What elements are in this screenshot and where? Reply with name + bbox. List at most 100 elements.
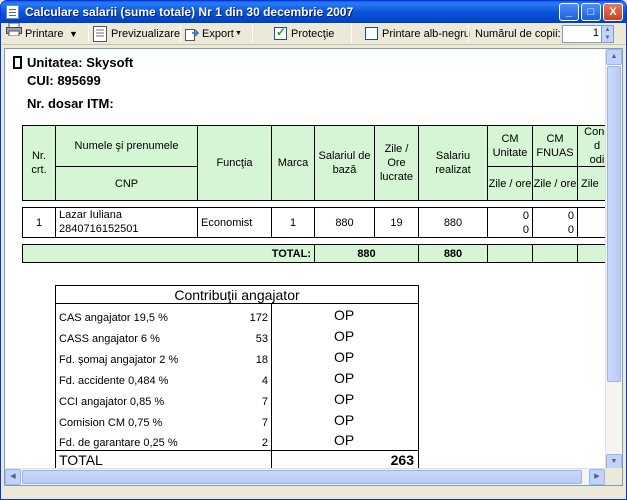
col-header-concediu: Conc d odi bbox=[577, 125, 605, 167]
preview-button[interactable]: Previzualizare bbox=[93, 25, 181, 43]
employee-name: Lazar Iuliana bbox=[59, 209, 122, 221]
preview-icon bbox=[93, 26, 107, 42]
total-cm-unit bbox=[487, 244, 533, 263]
scrollbar-corner bbox=[605, 468, 622, 485]
contributions-total-row: TOTAL 263 bbox=[56, 450, 418, 469]
contribution-value: 4 bbox=[261, 375, 268, 387]
contribution-op: OP bbox=[334, 432, 355, 448]
print-button[interactable]: Printare ▼ bbox=[6, 23, 82, 43]
employer-contributions-box: Contribuţii angajator CAS angajator 19,5… bbox=[55, 285, 419, 469]
contribution-row: Comision CM 0,75 % 7 OP bbox=[56, 409, 418, 430]
col-header-base-salary: Salariul de bază bbox=[314, 125, 375, 201]
contribution-value: 172 bbox=[249, 312, 268, 324]
cm-fnuas-days: 0 bbox=[567, 209, 574, 222]
total-base-salary: 880 bbox=[314, 244, 419, 263]
col-header-cm-unit-sub: Zile / ore bbox=[487, 166, 533, 201]
contribution-value: 7 bbox=[261, 396, 268, 408]
col-header-name: Numele şi prenumele bbox=[55, 125, 198, 167]
contribution-label: Comision CM 0,75 % bbox=[59, 417, 163, 429]
contribution-op: OP bbox=[334, 370, 355, 386]
scroll-up-icon[interactable]: ▲ bbox=[606, 49, 622, 65]
col-header-concediu-sub: Zile bbox=[577, 166, 605, 201]
contribution-label: Fd. accidente 0,484 % bbox=[59, 375, 169, 387]
toolbar-separator bbox=[88, 25, 89, 43]
bw-print-label: Printare alb-negru bbox=[382, 28, 471, 40]
toolbar-separator bbox=[351, 25, 352, 43]
cell-nr: 1 bbox=[22, 207, 56, 238]
vertical-scroll-thumb[interactable] bbox=[607, 66, 621, 382]
title-bar[interactable]: Calculare salarii (sume totale) Nr 1 din… bbox=[1, 1, 626, 23]
cell-name-cnp: Lazar Iuliana 2840716152501 bbox=[55, 207, 198, 238]
scroll-left-icon[interactable]: ◀ bbox=[5, 469, 21, 485]
copies-stepper[interactable]: 1 ▲ ▼ bbox=[562, 25, 614, 43]
printer-icon bbox=[6, 23, 22, 36]
print-label: Printare bbox=[25, 28, 64, 40]
stepper-up-icon[interactable]: ▲ bbox=[602, 26, 613, 34]
itm-line: Nr. dosar ITM: bbox=[27, 96, 114, 111]
contribution-value: 53 bbox=[255, 333, 268, 345]
vertical-scrollbar[interactable]: ▲ ▼ bbox=[605, 49, 622, 470]
contribution-label: Fd. şomaj angajator 2 % bbox=[59, 354, 179, 366]
copies-label: Numărul de copii: bbox=[475, 28, 561, 40]
cell-marca: 1 bbox=[271, 207, 315, 238]
horizontal-scroll-thumb[interactable] bbox=[22, 470, 582, 484]
report-page: Unitatea: Skysoft CUI: 895699 Nr. dosar … bbox=[5, 49, 605, 469]
contribution-value: 2 bbox=[261, 437, 268, 449]
document-icon bbox=[6, 5, 19, 19]
maximize-button[interactable]: □ bbox=[581, 3, 601, 21]
contribution-row: CCI angajator 0,85 % 7 OP bbox=[56, 388, 418, 409]
contribution-op: OP bbox=[334, 391, 355, 407]
contribution-row: Fd. accidente 0,484 % 4 OP bbox=[56, 367, 418, 388]
stepper-buttons[interactable]: ▲ ▼ bbox=[601, 26, 613, 42]
toolbar-separator bbox=[252, 25, 253, 43]
col-header-marca: Marca bbox=[271, 125, 315, 201]
cm-fnuas-hours: 0 bbox=[567, 223, 574, 236]
chevron-down-icon: ▼ bbox=[69, 29, 78, 39]
total-concediu bbox=[577, 244, 605, 263]
col-header-function: Funcţia bbox=[197, 125, 272, 201]
contribution-op: OP bbox=[334, 328, 355, 344]
collapse-marker-icon[interactable] bbox=[13, 56, 22, 69]
cui-line: CUI: 895699 bbox=[27, 73, 101, 88]
contributions-total-value: 263 bbox=[390, 452, 414, 468]
total-cm-fnuas bbox=[532, 244, 578, 263]
col-header-cm-fnuas-sub: Zile / ore bbox=[532, 166, 578, 201]
total-label: TOTAL: bbox=[22, 244, 315, 263]
report-viewport[interactable]: Unitatea: Skysoft CUI: 895699 Nr. dosar … bbox=[4, 48, 623, 486]
contribution-value: 18 bbox=[255, 354, 268, 366]
contribution-label: CASS angajator 6 % bbox=[59, 333, 160, 345]
chevron-down-icon: ▼ bbox=[235, 30, 242, 37]
export-icon bbox=[185, 29, 199, 41]
contribution-row: Fd. de garantare 0,25 % 2 OP bbox=[56, 429, 418, 450]
col-header-nr: Nr. crt. bbox=[22, 125, 56, 201]
contributions-title: Contribuţii angajator bbox=[56, 286, 418, 304]
preview-label: Previzualizare bbox=[111, 28, 181, 40]
total-realized: 880 bbox=[418, 244, 488, 263]
contribution-row: Fd. şomaj angajator 2 % 18 OP bbox=[56, 346, 418, 367]
toolbar-separator bbox=[468, 25, 469, 43]
contribution-op: OP bbox=[334, 349, 355, 365]
cell-base-salary: 880 bbox=[314, 207, 375, 238]
contribution-row: CASS angajator 6 % 53 OP bbox=[56, 325, 418, 346]
contribution-label: Fd. de garantare 0,25 % bbox=[59, 437, 178, 449]
unit-line: Unitatea: Skysoft bbox=[27, 55, 134, 70]
cell-concediu bbox=[577, 207, 605, 238]
cm-unit-days: 0 bbox=[522, 209, 529, 222]
minimize-button[interactable]: _ bbox=[559, 3, 579, 21]
contribution-label: CAS angajator 19,5 % bbox=[59, 312, 168, 324]
toolbar-separator bbox=[180, 25, 181, 43]
col-header-cm-fnuas: CM FNUAS bbox=[532, 125, 578, 167]
horizontal-scrollbar[interactable]: ◀ ▶ bbox=[5, 468, 605, 485]
export-label: Export bbox=[202, 28, 234, 40]
col-header-cm-unit: CM Unitate bbox=[487, 125, 533, 167]
bw-print-checkbox[interactable] bbox=[365, 27, 378, 40]
cell-days: 19 bbox=[374, 207, 419, 238]
export-button[interactable]: Export ▼ bbox=[185, 25, 243, 43]
cm-unit-hours: 0 bbox=[522, 223, 529, 236]
close-button[interactable]: X bbox=[603, 3, 623, 21]
protection-checkbox[interactable] bbox=[274, 25, 287, 40]
stepper-down-icon[interactable]: ▼ bbox=[602, 34, 613, 42]
scroll-right-icon[interactable]: ▶ bbox=[589, 469, 605, 485]
employee-cnp: 2840716152501 bbox=[59, 223, 139, 235]
cell-cm-fnuas: 0 0 bbox=[532, 207, 578, 238]
